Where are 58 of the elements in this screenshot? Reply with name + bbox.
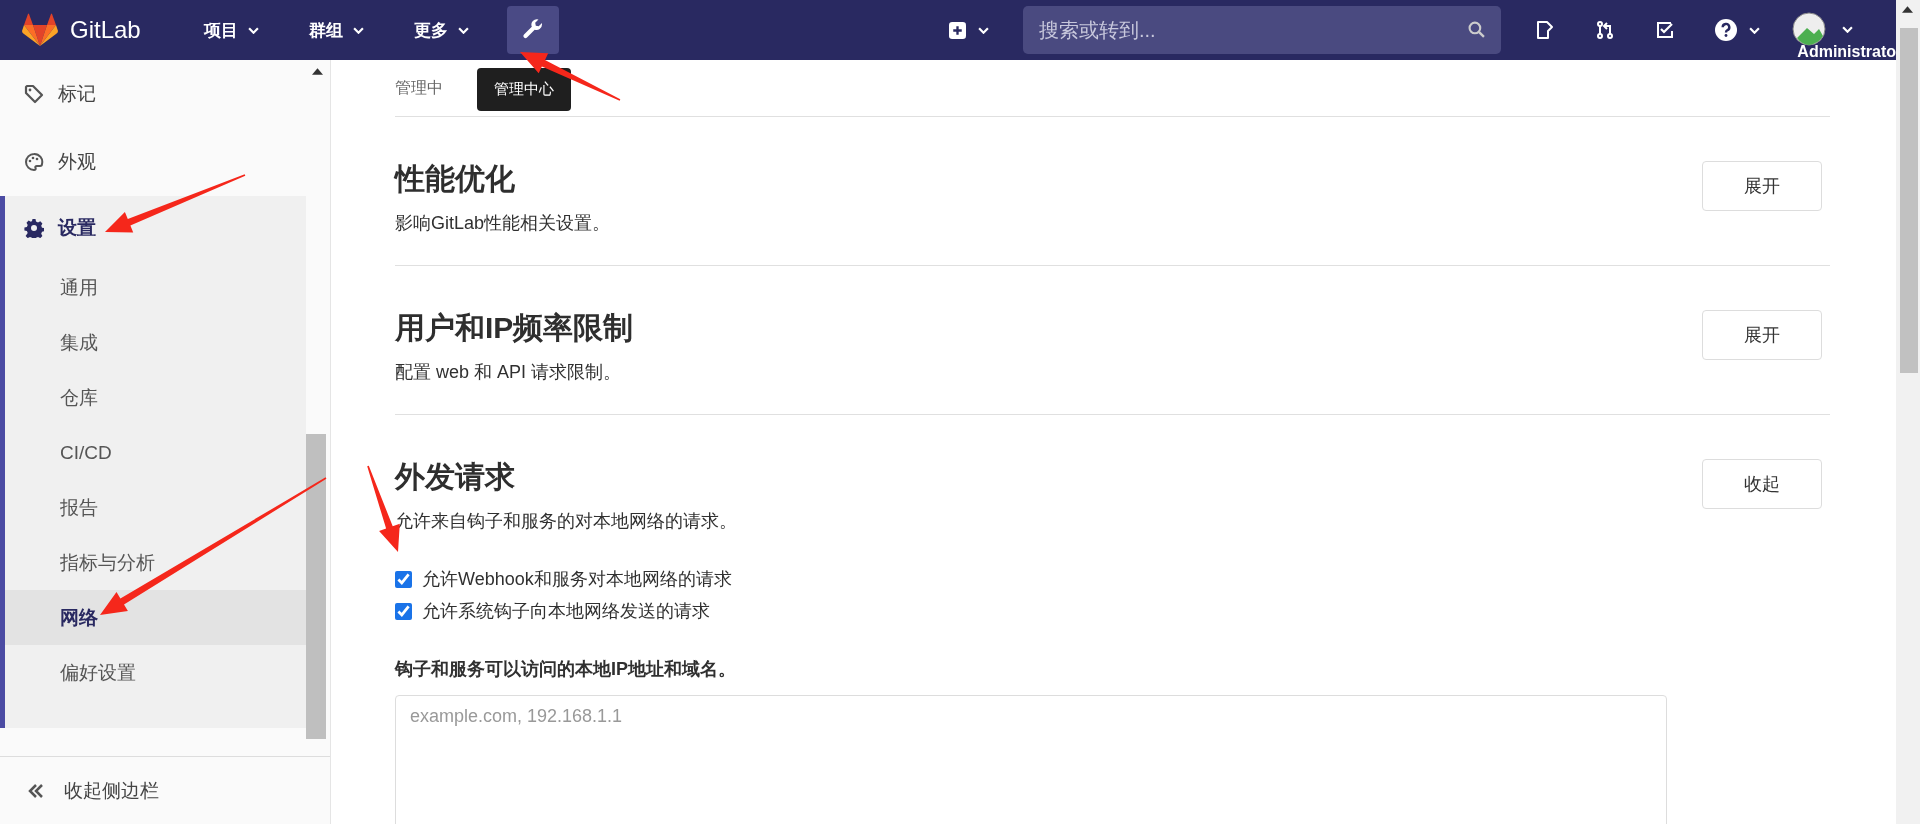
caret-icon	[978, 26, 989, 34]
nav-dropdown[interactable]: 群组	[297, 10, 376, 50]
sidebar-item[interactable]: 设置	[5, 196, 306, 260]
caret-icon	[1842, 25, 1853, 33]
tooltip: 管理中心	[477, 68, 571, 111]
sidebar-subitem[interactable]: 通用	[5, 260, 306, 315]
search-field[interactable]: 搜索或转到...	[1023, 6, 1501, 54]
sidebar-subitem[interactable]: 集成	[5, 315, 306, 370]
double-chevron-left-icon	[28, 783, 44, 798]
tag-icon	[24, 84, 44, 104]
sidebar-subitem[interactable]: 仓库	[5, 370, 306, 425]
toggle-button[interactable]: 展开	[1702, 310, 1822, 360]
checkbox-label: 允许Webhook和服务对本地网络的请求	[422, 568, 732, 591]
nav-dropdown[interactable]: 项目	[192, 10, 271, 50]
caret-icon	[1749, 26, 1760, 34]
sidebar-subitem[interactable]: 网络	[5, 590, 306, 645]
caret-icon	[353, 26, 364, 34]
section-title: 用户和IP频率限制	[395, 310, 635, 346]
sidebar-subitem[interactable]: 指标与分析	[5, 535, 306, 590]
sidebar-subitem[interactable]: 报告	[5, 480, 306, 535]
gear-icon	[24, 218, 44, 238]
todo-check-icon[interactable]	[1655, 20, 1675, 40]
toggle-button[interactable]: 收起	[1702, 459, 1822, 509]
caret-icon	[248, 26, 259, 34]
palette-icon	[24, 152, 44, 172]
gitlab-logo-icon[interactable]	[22, 13, 58, 47]
scroll-up-icon[interactable]	[1902, 6, 1913, 13]
help-icon	[1715, 19, 1737, 41]
hosts-textarea[interactable]: example.com, 192.168.1.1	[395, 695, 1667, 824]
sidebar-subitem[interactable]: 偏好设置	[5, 645, 306, 700]
nav-dropdown[interactable]: 更多	[402, 10, 481, 50]
sidebar-item[interactable]: 外观	[0, 128, 306, 196]
section-description: 配置 web 和 API 请求限制。	[395, 361, 623, 384]
section-description: 影响GitLab性能相关设置。	[395, 212, 612, 235]
merge-request-icon[interactable]	[1595, 20, 1615, 40]
checkbox[interactable]	[395, 570, 412, 588]
issues-icon[interactable]	[1535, 20, 1555, 40]
caret-icon	[458, 26, 469, 34]
toggle-button[interactable]: 展开	[1702, 161, 1822, 211]
plus-square-icon	[949, 21, 966, 39]
admin-area-button[interactable]	[507, 6, 559, 54]
avatar-image-icon[interactable]	[1792, 12, 1826, 46]
sidebar-item[interactable]: 标记	[0, 60, 306, 128]
new-dropdown[interactable]	[949, 21, 989, 39]
username[interactable]: Administrato	[1797, 43, 1896, 61]
scrollbar-thumb[interactable]	[306, 434, 326, 739]
field-label: 钩子和服务可以访问的本地IP地址和域名。	[395, 658, 737, 681]
brand-name[interactable]: GitLab	[70, 16, 141, 44]
help-dropdown[interactable]	[1715, 19, 1760, 41]
checkbox-label: 允许系统钩子向本地网络发送的请求	[422, 600, 710, 623]
sidebar-subitem[interactable]: CI/CD	[5, 425, 306, 480]
checkbox[interactable]	[395, 602, 412, 620]
search-icon	[1468, 21, 1485, 38]
breadcrumb-link[interactable]: 管理中	[395, 77, 443, 99]
section-title: 外发请求	[395, 459, 516, 495]
scroll-up-icon[interactable]	[312, 68, 323, 75]
section-title: 性能优化	[395, 161, 516, 197]
scrollbar-thumb[interactable]	[1900, 28, 1918, 373]
